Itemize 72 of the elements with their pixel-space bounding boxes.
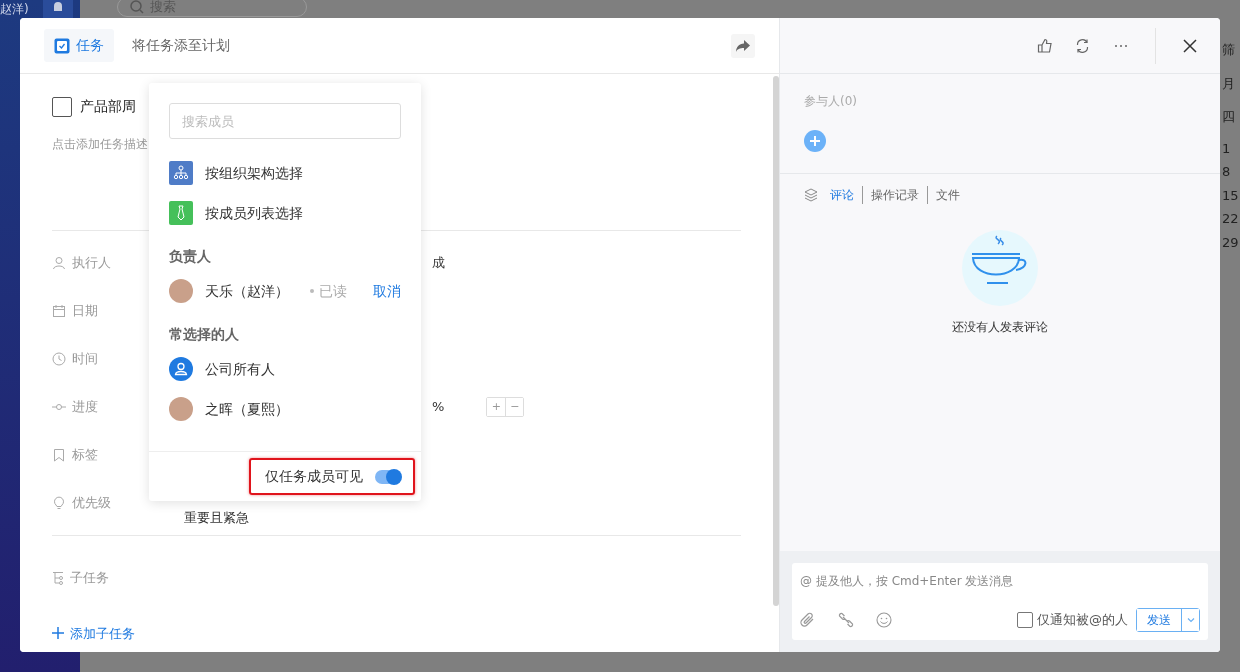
tab[interactable]: 文件 xyxy=(927,186,968,204)
calendar-icon xyxy=(52,304,66,318)
picker-option[interactable]: 按组织架构选择 xyxy=(169,153,401,193)
org-chart-icon xyxy=(169,161,193,185)
scrollbar[interactable] xyxy=(773,76,779,606)
field-value: % xyxy=(432,398,445,417)
task-title: 产品部周 xyxy=(80,97,136,116)
add-participant-button[interactable] xyxy=(804,130,826,152)
field-label: 时间 xyxy=(72,350,98,369)
subtask-label: 子任务 xyxy=(70,569,109,587)
tab[interactable]: 操作记录 xyxy=(862,186,927,204)
stepper-button[interactable]: − xyxy=(505,398,524,416)
person-name: 公司所有人 xyxy=(205,359,275,379)
layers-icon xyxy=(804,188,818,202)
section-heading: 负责人 xyxy=(169,246,212,266)
calendar-text: 四 xyxy=(1222,108,1235,126)
visibility-label: 仅任务成员可见 xyxy=(265,467,363,486)
user-name: 赵洋) xyxy=(0,1,29,18)
toggle-switch[interactable] xyxy=(375,469,401,484)
plus-icon xyxy=(52,627,64,640)
checkbox-label: 仅通知被@的人 xyxy=(1037,611,1128,630)
checkbox[interactable] xyxy=(1017,612,1033,628)
field-value: 重要且紧急 xyxy=(184,509,249,528)
subtask-icon xyxy=(52,570,64,585)
clock-icon xyxy=(52,352,66,366)
person-icon xyxy=(52,256,66,270)
calendar-text: 29 xyxy=(1222,233,1239,252)
empty-message: 还没有人发表评论 xyxy=(952,319,1048,336)
teacup-icon xyxy=(960,228,1040,308)
calendar-text: 1 xyxy=(1222,139,1231,158)
share-button[interactable] xyxy=(731,33,755,58)
field-label: 日期 xyxy=(72,302,98,321)
search-icon xyxy=(129,0,144,14)
tab[interactable]: 任务 xyxy=(44,29,114,62)
bookmark-icon xyxy=(52,448,66,462)
section-heading: 常选择的人 xyxy=(169,324,240,344)
tie-icon xyxy=(169,201,193,225)
share-icon xyxy=(735,38,751,53)
participants-label: 参与人(0) xyxy=(804,93,858,110)
calendar-text: 8 xyxy=(1222,163,1231,181)
avatar xyxy=(169,279,193,303)
status-dot xyxy=(310,289,314,293)
field-label: 执行人 xyxy=(72,254,111,273)
link-icon[interactable] xyxy=(838,612,854,628)
cancel-link[interactable]: 取消 xyxy=(373,280,401,302)
calendar-text: 筛 xyxy=(1222,41,1235,59)
picker-option[interactable]: 按成员列表选择 xyxy=(169,193,401,233)
person-icon xyxy=(169,357,193,381)
field-label: 优先级 xyxy=(72,494,111,513)
plus-icon xyxy=(810,136,820,146)
read-status: 已读 xyxy=(319,281,347,301)
calendar-text: 22 xyxy=(1222,210,1239,228)
thumbs-up-icon[interactable] xyxy=(1037,37,1053,54)
paperclip-icon[interactable] xyxy=(800,612,816,628)
tab[interactable]: 将任务添至计划 xyxy=(122,29,240,62)
lightbulb-icon xyxy=(52,496,66,510)
refresh-icon[interactable] xyxy=(1075,37,1091,54)
close-icon[interactable] xyxy=(1182,37,1198,54)
checkbox-icon xyxy=(54,37,70,54)
avatar xyxy=(169,397,193,421)
field-label: 标签 xyxy=(72,446,98,465)
calendar-text: 15 xyxy=(1222,186,1239,205)
person-name: 之晖（夏熙） xyxy=(205,399,289,419)
calendar-text: 月 xyxy=(1222,74,1235,93)
search-field[interactable]: 搜索成员 xyxy=(169,103,401,139)
tab[interactable]: 评论 xyxy=(822,186,862,204)
emoji-icon[interactable] xyxy=(876,612,892,628)
field-value: 成 xyxy=(432,254,445,273)
task-checkbox[interactable] xyxy=(52,96,72,117)
add-subtask-link[interactable]: 添加子任务 xyxy=(52,623,135,643)
person-name: 天乐（赵洋） xyxy=(205,281,289,301)
field-label: 进度 xyxy=(72,398,98,417)
